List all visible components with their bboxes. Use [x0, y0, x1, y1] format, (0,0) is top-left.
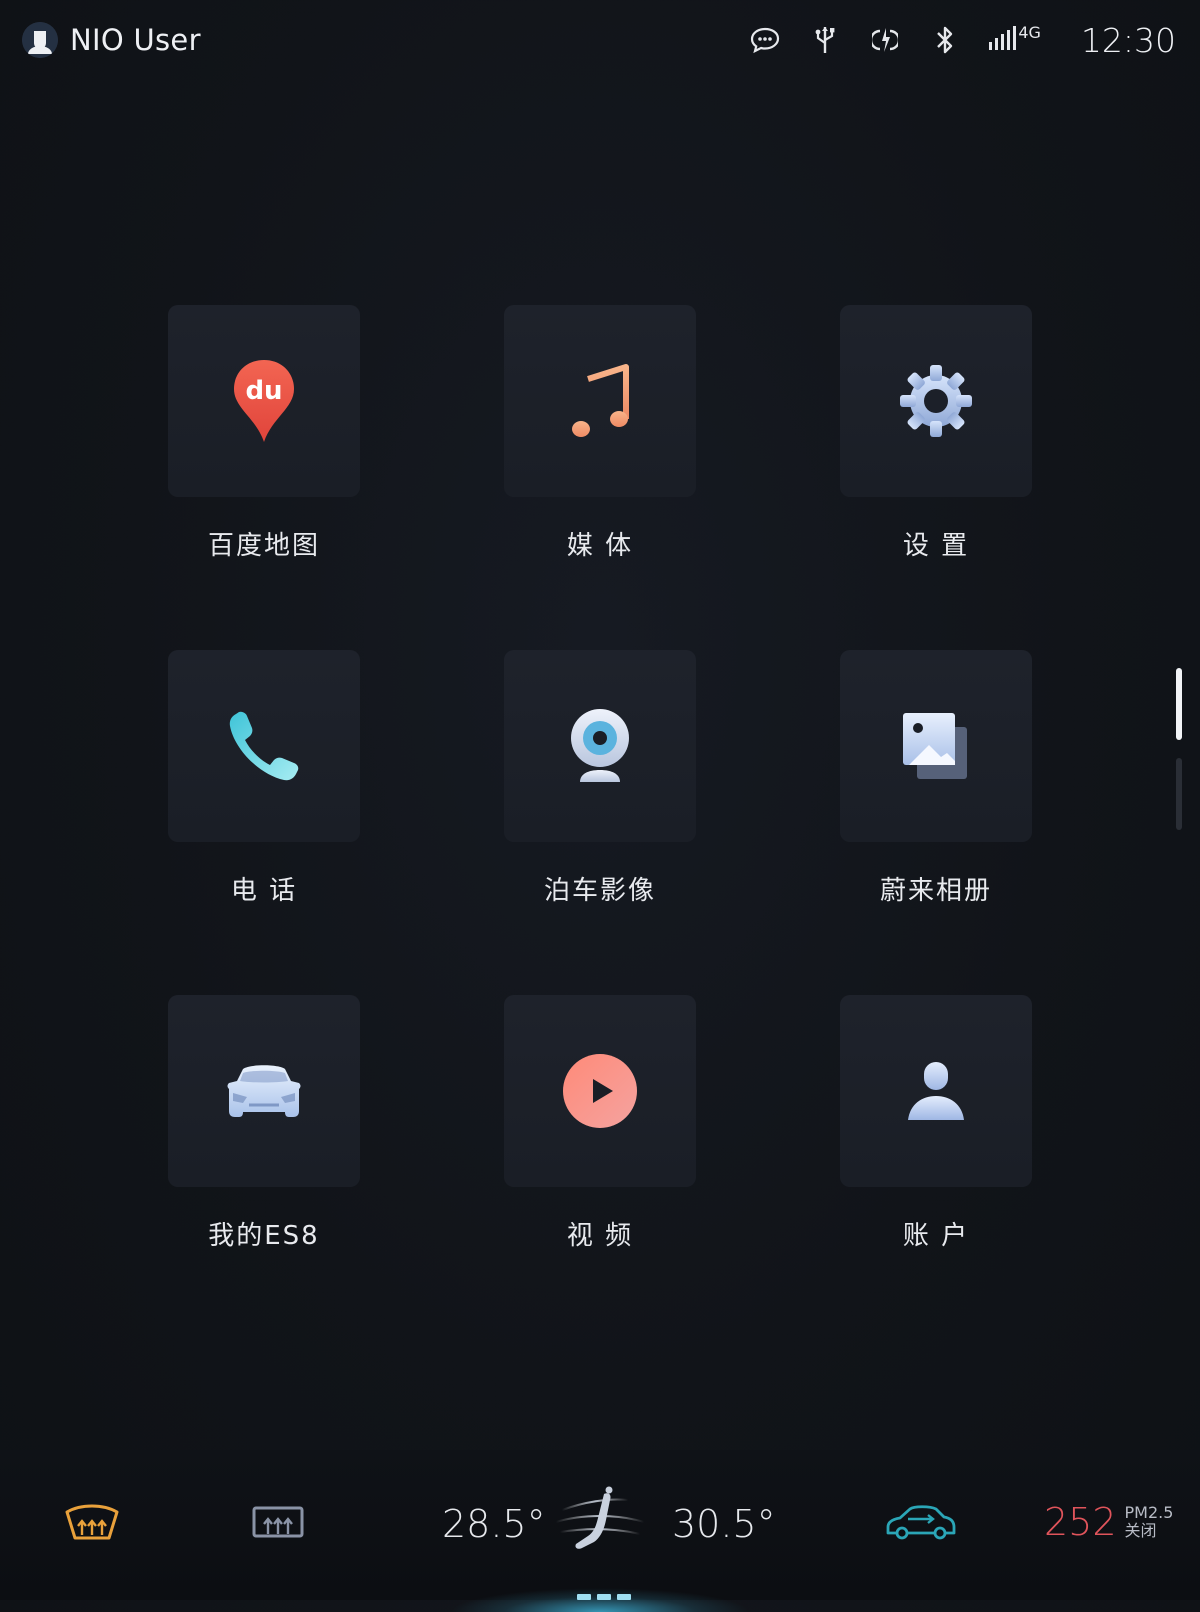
- seat-climate-button[interactable]: [552, 1486, 648, 1562]
- music-note-icon: [572, 364, 629, 437]
- camera-icon: [571, 709, 629, 782]
- home-handle[interactable]: [574, 1594, 634, 1600]
- play-icon: [563, 1054, 637, 1128]
- app-icon-box[interactable]: [504, 650, 696, 842]
- page-dot[interactable]: [1176, 758, 1182, 830]
- app-label: 设 置: [902, 531, 970, 561]
- app-media[interactable]: 媒 体: [504, 305, 696, 562]
- clock: 12:30: [1080, 20, 1176, 60]
- car-air-circulation-icon: [886, 1505, 956, 1540]
- network-type: 4G: [1018, 23, 1041, 42]
- app-icon-box[interactable]: [840, 995, 1032, 1187]
- app-icon-box[interactable]: [168, 650, 360, 842]
- app-label: 泊车影像: [543, 876, 656, 906]
- air-circulation-button[interactable]: [884, 1502, 956, 1542]
- app-account[interactable]: 账 户: [840, 995, 1032, 1252]
- driver-temperature[interactable]: 28.5°: [442, 1502, 546, 1546]
- signal-strength: 4G: [988, 23, 1041, 57]
- purifier-status: 关闭: [1124, 1521, 1157, 1540]
- account-icon: [908, 1062, 964, 1120]
- app-label: 蔚来相册: [879, 876, 992, 906]
- car-icon: [227, 1065, 301, 1117]
- aqi-value: 252: [1044, 1500, 1117, 1544]
- user-profile[interactable]: NIO User: [22, 22, 201, 58]
- app-label: 电 话: [230, 876, 298, 906]
- app-my-es8[interactable]: 我的ES8: [168, 995, 360, 1252]
- home-glow: [450, 1588, 750, 1612]
- page-dot-active[interactable]: [1176, 668, 1182, 740]
- phone-icon: [229, 711, 299, 781]
- app-baidu-map[interactable]: du 百度地图: [168, 305, 360, 562]
- status-icons: 4G 12:30: [722, 18, 1176, 62]
- baidu-map-icon: du: [234, 360, 294, 442]
- baidu-badge: du: [245, 376, 282, 406]
- app-label: 我的ES8: [208, 1221, 320, 1251]
- app-phone[interactable]: 电 话: [168, 650, 360, 907]
- photo-album-icon: [903, 713, 967, 779]
- app-icon-box[interactable]: [840, 650, 1032, 842]
- bluetooth-icon[interactable]: [928, 23, 962, 57]
- app-icon-box[interactable]: [840, 305, 1032, 497]
- app-video[interactable]: 视 频: [504, 995, 696, 1252]
- signal-icon: [989, 26, 1017, 50]
- message-icon[interactable]: [748, 23, 782, 57]
- rear-defrost-button[interactable]: [246, 1500, 310, 1544]
- status-bar: NIO User 4G 12:30: [0, 0, 1200, 80]
- aqi-label: PM2.5: [1124, 1503, 1174, 1523]
- air-quality[interactable]: 252 PM2.5 关闭: [1044, 1500, 1173, 1544]
- wireless-charge-icon: [868, 23, 902, 57]
- app-label: 视 频: [566, 1221, 634, 1251]
- app-photo-album[interactable]: 蔚来相册: [840, 650, 1032, 907]
- app-icon-box[interactable]: du: [168, 305, 360, 497]
- app-label: 媒 体: [566, 531, 634, 561]
- rear-defrost-icon: [252, 1506, 304, 1538]
- page-indicator[interactable]: [1176, 668, 1182, 848]
- app-settings[interactable]: 设 置: [840, 305, 1032, 562]
- usb-icon: [808, 23, 842, 57]
- app-icon-box[interactable]: [504, 995, 696, 1187]
- app-parking-camera[interactable]: 泊车影像: [504, 650, 696, 907]
- gear-icon: [900, 365, 972, 437]
- seat-icon: [555, 1486, 645, 1549]
- app-icon-box[interactable]: [504, 305, 696, 497]
- app-icon-box[interactable]: [168, 995, 360, 1187]
- passenger-temperature[interactable]: 30.5°: [672, 1502, 776, 1546]
- app-label: 百度地图: [207, 531, 320, 561]
- app-label: 账 户: [902, 1221, 970, 1251]
- front-defrost-icon: [65, 1504, 119, 1540]
- climate-bar: 28.5° 30.5° 252 PM2.5 关闭: [0, 1450, 1200, 1612]
- avatar[interactable]: [22, 22, 58, 58]
- front-defrost-button[interactable]: [60, 1500, 124, 1544]
- user-name[interactable]: NIO User: [70, 23, 201, 57]
